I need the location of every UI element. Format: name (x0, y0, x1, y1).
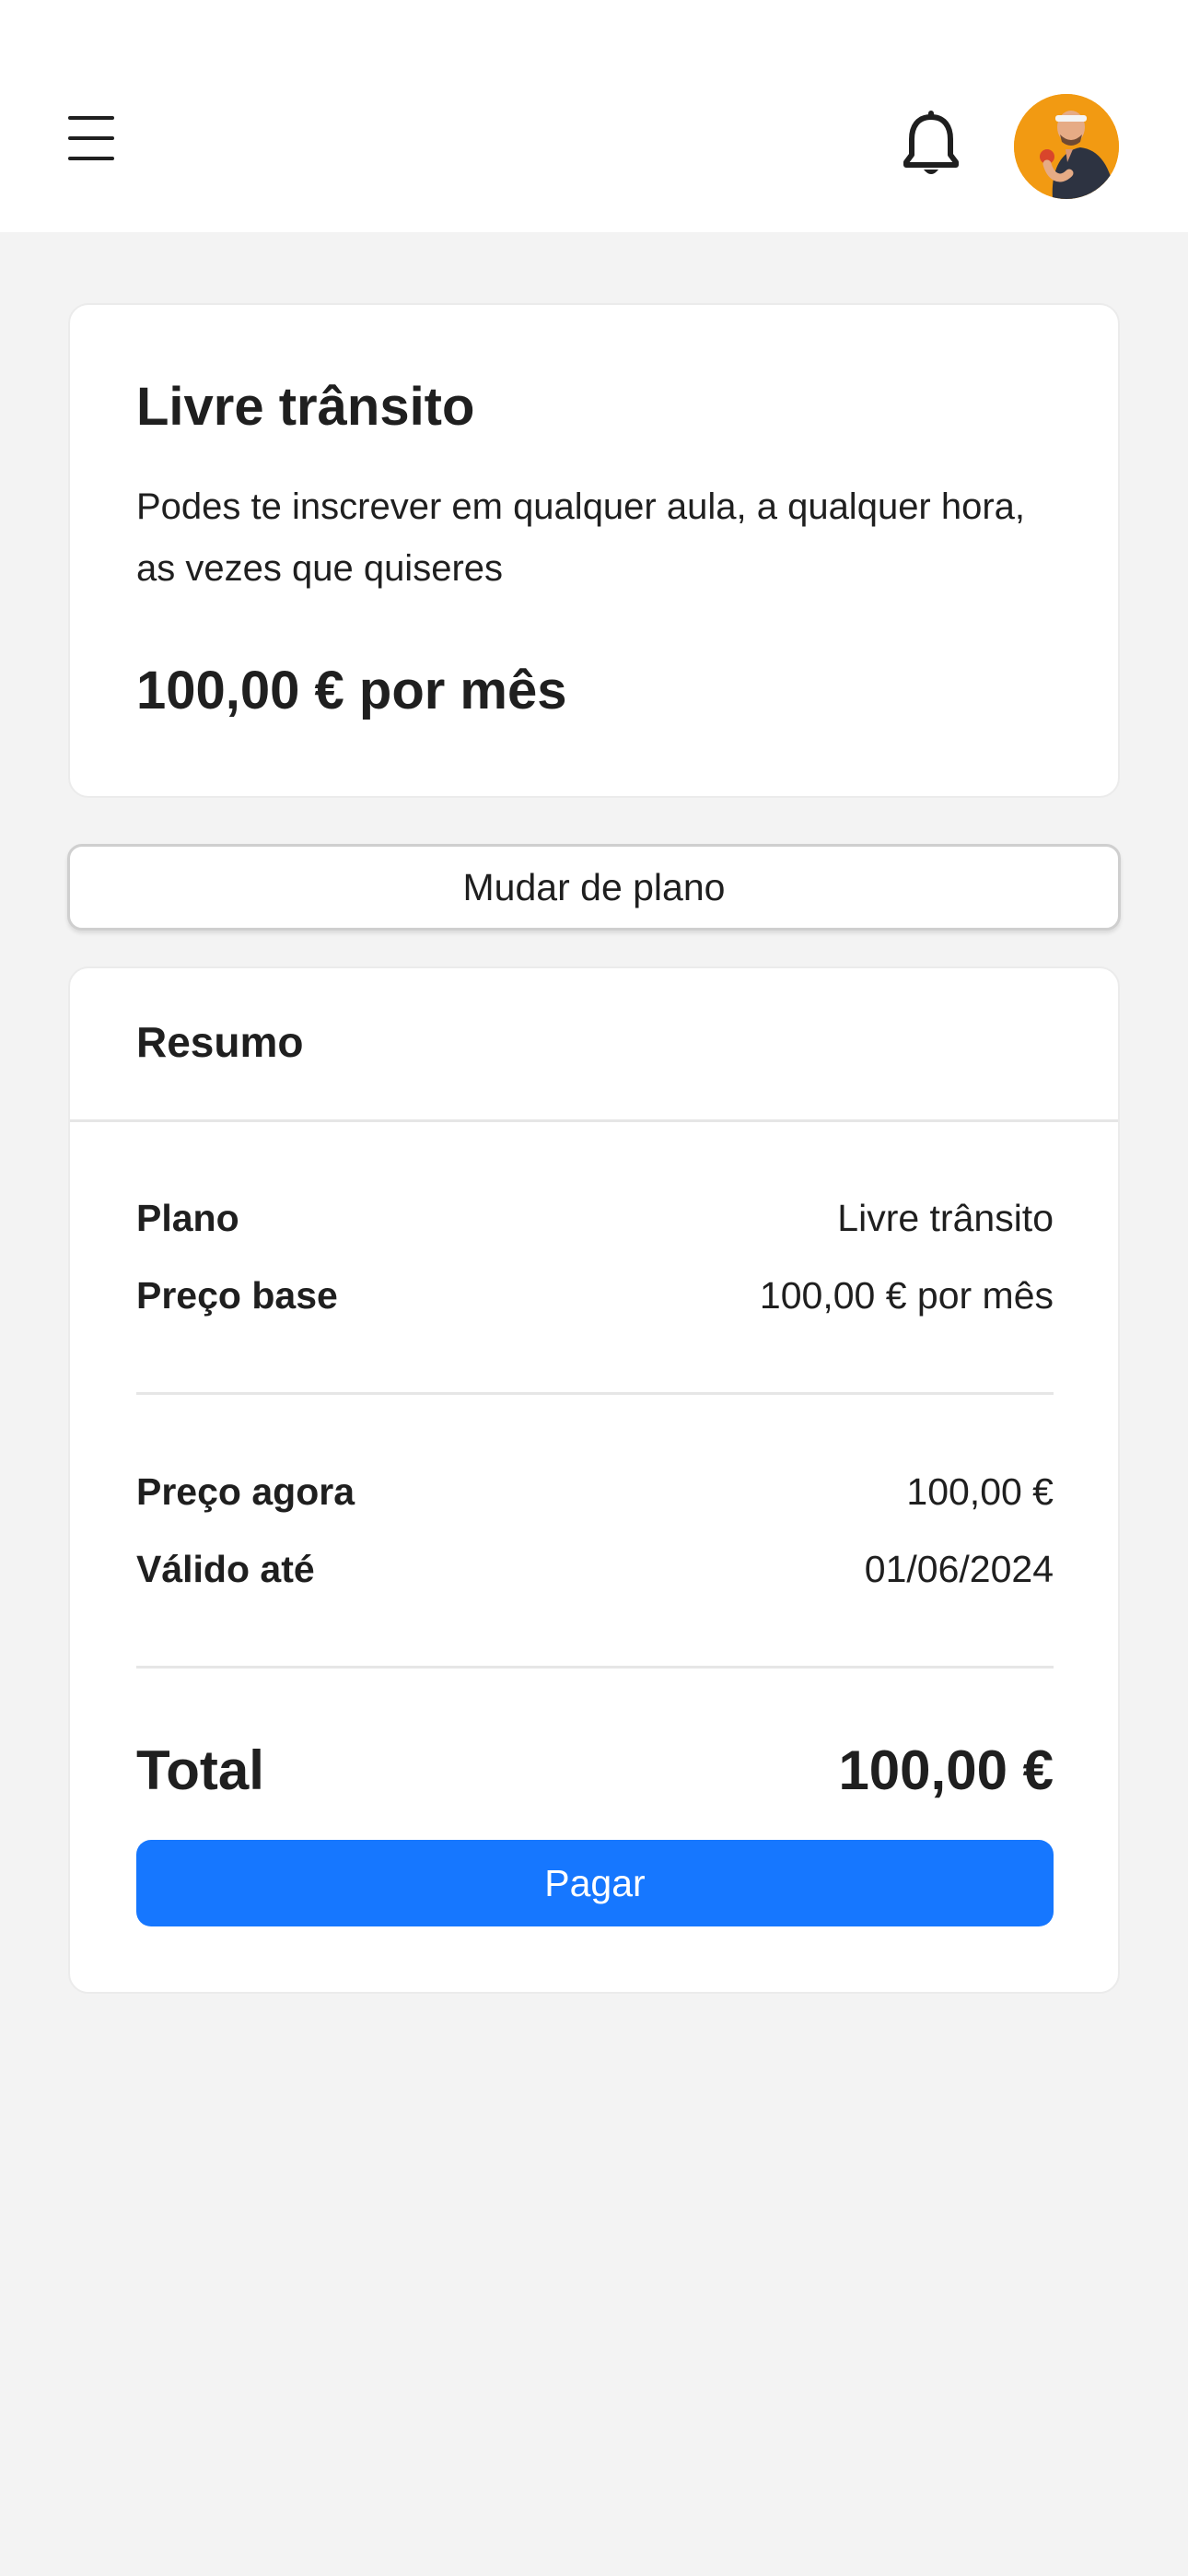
user-avatar[interactable] (1014, 94, 1119, 199)
summary-row-current-price: Preço agora 100,00 € (136, 1466, 1054, 1517)
plan-description: Podes te inscrever em qualquer aula, a q… (136, 486, 1026, 589)
plan-price: 100,00 € por mês (136, 661, 567, 720)
summary-row-value: 100,00 € (906, 1470, 1054, 1513)
summary-header-divider (70, 1119, 1118, 1122)
summary-row-label: Preço base (136, 1274, 338, 1317)
summary-row-plan: Plano Livre trânsito (136, 1192, 1054, 1244)
summary-divider (136, 1392, 1054, 1395)
plan-title: Livre trânsito (136, 377, 475, 437)
summary-row-label: Plano (136, 1197, 239, 1239)
app-header (0, 0, 1188, 232)
total-value: 100,00 € (838, 1739, 1054, 1801)
summary-row-valid-until: Válido até 01/06/2024 (136, 1543, 1054, 1595)
summary-row-label: Válido até (136, 1548, 315, 1590)
summary-row-value: 01/06/2024 (864, 1548, 1054, 1590)
summary-row-base-price: Preço base 100,00 € por mês (136, 1270, 1054, 1321)
summary-row-label: Preço agora (136, 1470, 355, 1513)
summary-title: Resumo (136, 1018, 304, 1066)
total-label: Total (136, 1739, 264, 1801)
bell-icon[interactable] (903, 111, 960, 179)
total-row: Total 100,00 € (136, 1736, 1054, 1806)
change-plan-button[interactable]: Mudar de plano (67, 844, 1121, 931)
summary-divider (136, 1666, 1054, 1669)
summary-row-value: 100,00 € por mês (759, 1274, 1054, 1317)
plan-card: Livre trânsito Podes te inscrever em qua… (68, 303, 1120, 798)
summary-row-value: Livre trânsito (837, 1197, 1054, 1239)
summary-card: Resumo Plano Livre trânsito Preço base 1… (68, 966, 1120, 1994)
pay-button[interactable]: Pagar (136, 1840, 1054, 1926)
hamburger-menu-icon[interactable] (68, 116, 114, 160)
